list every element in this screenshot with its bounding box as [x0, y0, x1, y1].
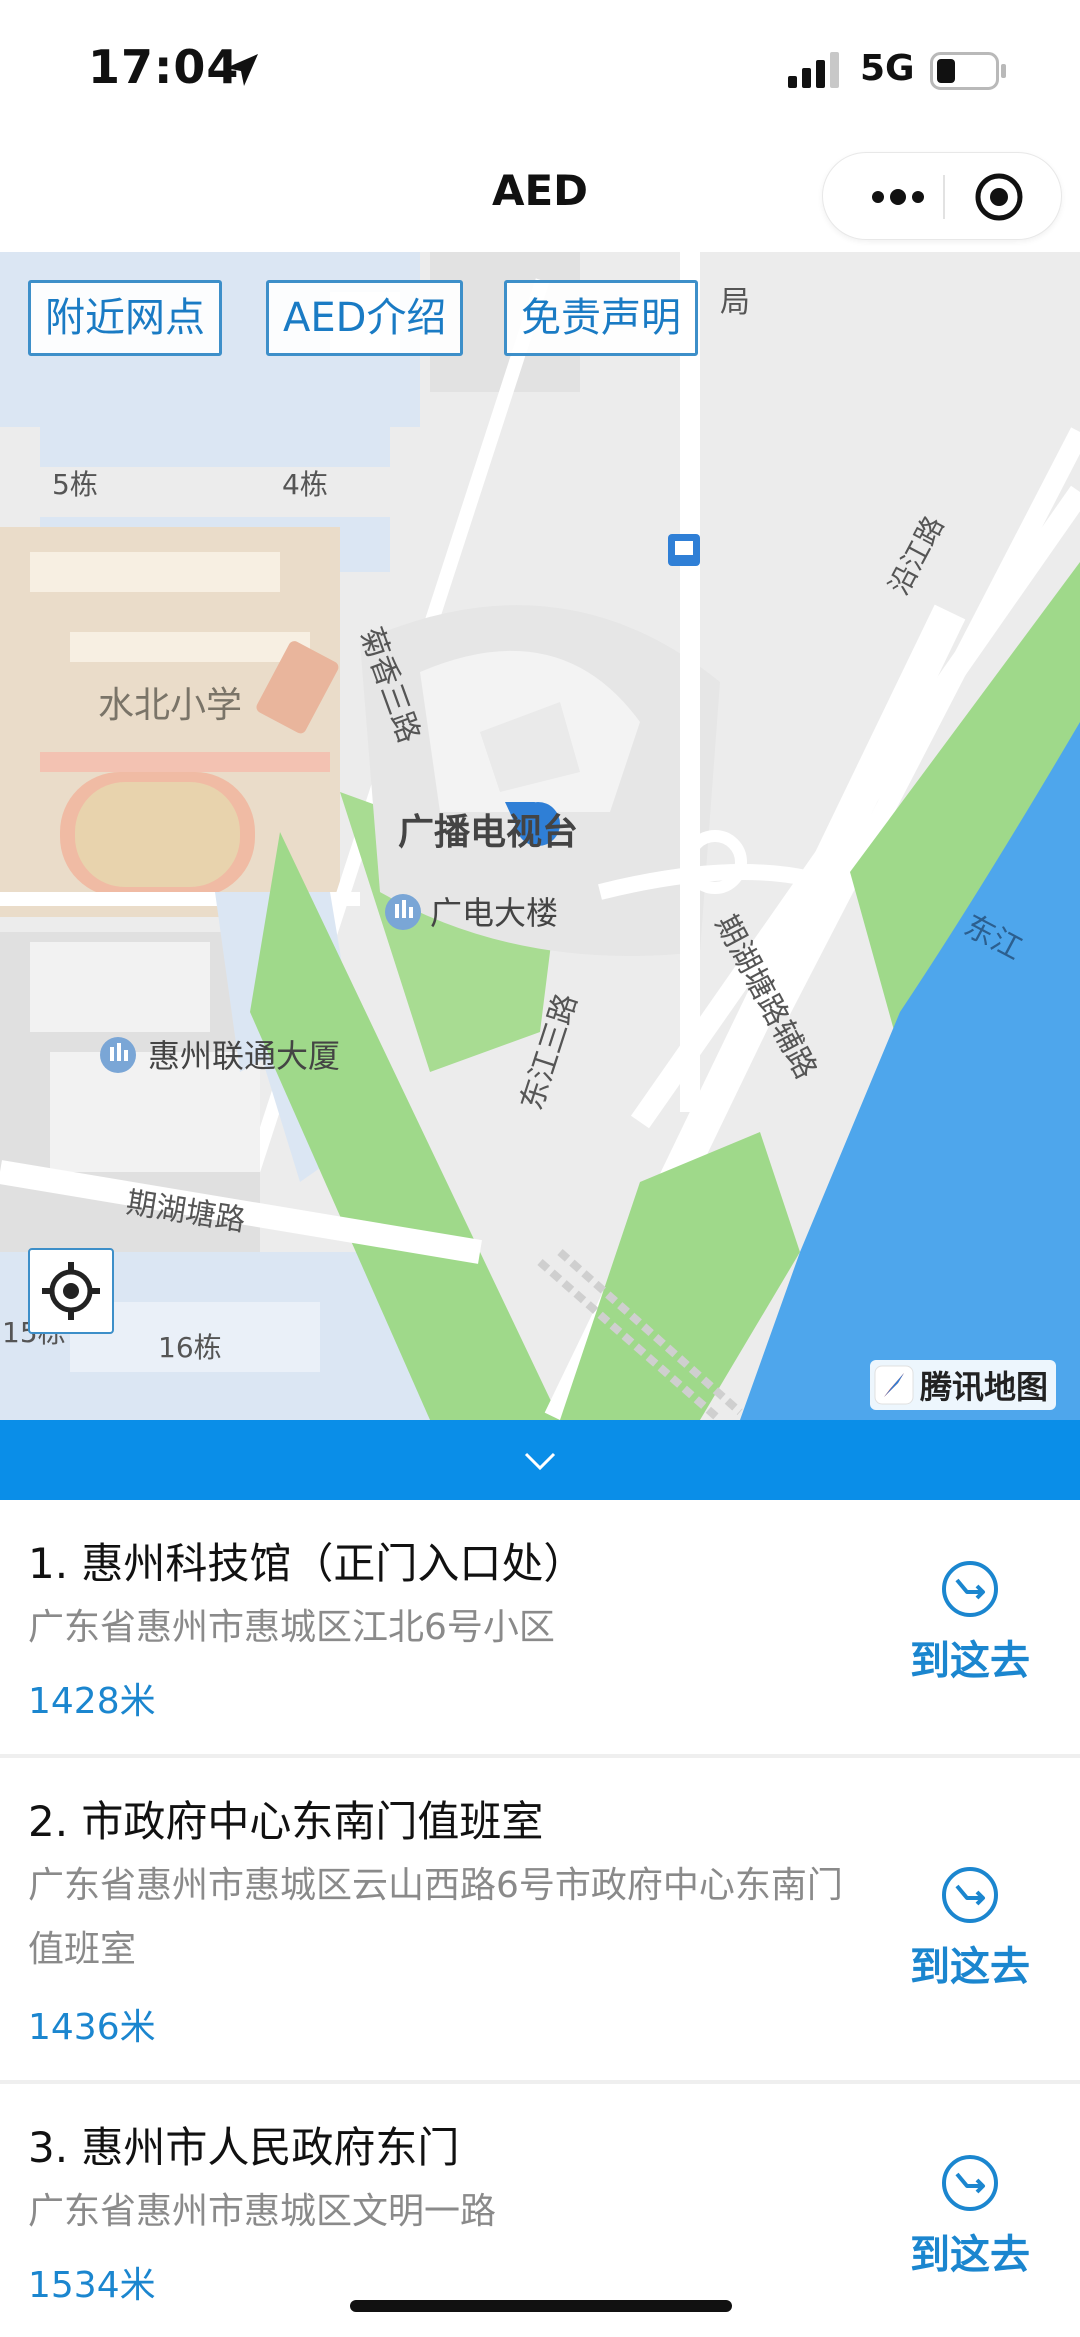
signal-icon	[788, 52, 839, 88]
item-title: 3. 惠州市人民政府东门	[28, 2123, 460, 2172]
item-title: 2. 市政府中心东南门值班室	[28, 1797, 544, 1846]
navigate-icon	[942, 2155, 998, 2211]
item-title: 1. 惠州科技馆（正门入口处）	[28, 1539, 586, 1588]
map-label-school: 水北小学	[98, 685, 242, 726]
location-arrow-icon	[226, 54, 258, 86]
item-address: 广东省惠州市惠城区江北6号小区	[28, 1607, 555, 1648]
map-view[interactable]: 局 5栋 4栋 水北小学 菊香三路 广播电视台 广电大楼 惠州联通大厦 期湖塘路…	[0, 252, 1080, 1420]
nav-bar: AED	[0, 140, 1080, 252]
navigate-button[interactable]: 到这去	[880, 1558, 1060, 1686]
navigate-label: 到这去	[910, 1638, 1030, 1684]
navigate-icon	[942, 1867, 998, 1923]
item-distance: 1436米	[28, 2007, 156, 2048]
network-type: 5G	[860, 48, 915, 89]
list-item[interactable]: 2. 市政府中心东南门值班室 广东省惠州市惠城区云山西路6号市政府中心东南门值班…	[0, 1758, 1080, 2080]
map-label-unicom: 惠州联通大厦	[148, 1037, 340, 1075]
nearby-points-button[interactable]: 附近网点	[28, 280, 222, 356]
locate-icon	[42, 1262, 100, 1320]
navigate-button[interactable]: 到这去	[880, 1864, 1060, 1992]
status-bar: 17:04 5G	[0, 0, 1080, 140]
map-canvas[interactable]: 局 5栋 4栋 水北小学 菊香三路 广播电视台 广电大楼 惠州联通大厦 期湖塘路…	[0, 252, 1080, 1420]
navigate-icon	[942, 1561, 998, 1617]
map-label-gd-building: 广电大楼	[430, 894, 558, 932]
map-label-ju: 局	[720, 285, 750, 320]
tencent-map-logo-icon	[874, 1365, 914, 1405]
navigate-label: 到这去	[910, 1944, 1030, 1990]
map-label-bldg5: 5栋	[52, 468, 98, 501]
navigate-label: 到这去	[910, 2232, 1030, 2278]
navigate-button[interactable]: 到这去	[880, 2152, 1060, 2280]
locate-button[interactable]	[28, 1248, 114, 1334]
item-distance: 1428米	[28, 1681, 156, 1722]
map-attribution: 腾讯地图	[870, 1360, 1057, 1410]
more-button[interactable]	[853, 169, 943, 225]
collapse-handle[interactable]	[0, 1420, 1080, 1500]
capsule-divider	[943, 175, 945, 219]
map-label-bldg16: 16栋	[158, 1331, 222, 1364]
item-address: 广东省惠州市惠城区云山西路6号市政府中心东南门值班室	[28, 1865, 843, 1970]
miniprogram-capsule	[822, 152, 1062, 240]
battery-icon	[930, 52, 1006, 90]
more-icon	[872, 191, 884, 203]
status-time: 17:04	[88, 40, 240, 94]
list-item[interactable]: 1. 惠州科技馆（正门入口处） 广东省惠州市惠城区江北6号小区 1428米 到这…	[0, 1500, 1080, 1754]
disclaimer-button[interactable]: 免责声明	[504, 280, 698, 356]
map-label-tv-station: 广播电视台	[398, 812, 578, 853]
attribution-text: 腾讯地图	[920, 1368, 1049, 1406]
home-indicator[interactable]	[350, 2300, 732, 2312]
item-address: 广东省惠州市惠城区文明一路	[28, 2191, 497, 2232]
chevron-down-icon	[524, 1452, 556, 1471]
close-target-icon[interactable]	[971, 169, 1027, 225]
item-distance: 1534米	[28, 2265, 156, 2306]
map-label-bldg4: 4栋	[282, 468, 328, 501]
aed-intro-button[interactable]: AED介绍	[266, 280, 464, 356]
